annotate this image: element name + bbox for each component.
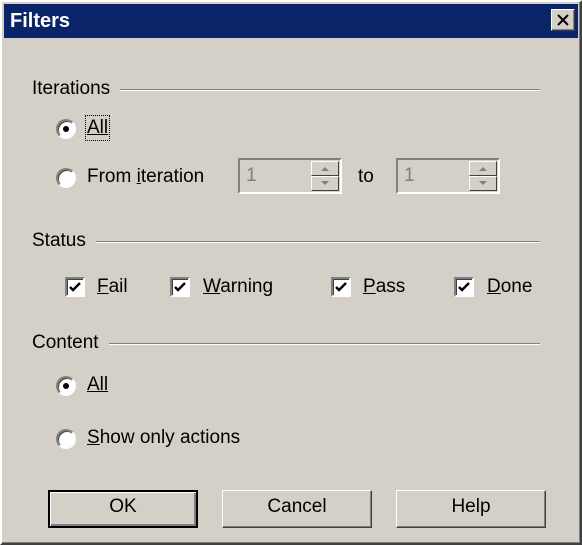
status-done-accel: D (487, 276, 501, 297)
status-pass-accel: P (363, 276, 376, 297)
to-iteration-value[interactable]: 1 (404, 165, 415, 187)
status-group-label: Status (32, 230, 96, 252)
iterations-all-label[interactable]: All (84, 115, 111, 141)
to-iteration-spinbox[interactable]: 1 (396, 158, 500, 194)
show-only-actions-radio[interactable] (56, 429, 76, 449)
arrow-down-icon (479, 181, 487, 185)
filters-dialog: Filters Iterations All From iteration 1 … (0, 0, 582, 545)
show-only-actions-accel: S (87, 427, 100, 448)
show-only-actions-label[interactable]: Show only actions (87, 427, 240, 449)
from-iteration-value[interactable]: 1 (246, 165, 257, 187)
radio-selected-dot (63, 126, 69, 132)
status-separator (32, 241, 540, 243)
title-bar[interactable]: Filters (4, 4, 578, 38)
ok-button[interactable]: OK (48, 490, 198, 528)
status-warning-accel: W (203, 276, 221, 297)
status-fail-accel: F (97, 276, 109, 297)
window-title: Filters (10, 10, 71, 32)
from-iteration-text-post: teration (140, 166, 205, 187)
checkmark-icon (335, 282, 347, 292)
radio-selected-dot (63, 383, 69, 389)
from-iteration-spinbox[interactable]: 1 (238, 158, 342, 194)
status-fail-label[interactable]: Fail (97, 276, 128, 298)
checkmark-icon (458, 282, 470, 292)
checkmark-icon (69, 282, 81, 292)
status-fail-text: ail (108, 276, 128, 297)
from-iteration-label[interactable]: From iteration (87, 166, 204, 188)
content-all-text: All (87, 374, 109, 395)
close-button[interactable] (551, 9, 575, 31)
status-done-label[interactable]: Done (487, 276, 532, 298)
to-spin-up-button[interactable] (469, 161, 497, 176)
from-spin-down-button[interactable] (311, 176, 339, 191)
status-pass-label[interactable]: Pass (363, 276, 405, 298)
iterations-group-label: Iterations (32, 78, 121, 100)
status-done-checkbox[interactable] (454, 277, 474, 297)
close-icon (557, 14, 569, 26)
content-all-radio[interactable] (56, 376, 76, 396)
show-only-actions-text: how only actions (99, 427, 241, 448)
cancel-button[interactable]: Cancel (222, 490, 372, 528)
content-group-label: Content (32, 332, 109, 354)
status-done-text: one (500, 276, 533, 297)
status-pass-text: ass (375, 276, 406, 297)
iterations-all-text: All (87, 117, 109, 138)
content-all-label[interactable]: All (87, 374, 108, 396)
from-spin-up-button[interactable] (311, 161, 339, 176)
iterations-all-radio[interactable] (56, 119, 76, 139)
to-label: to (358, 166, 374, 187)
arrow-up-icon (321, 167, 329, 171)
arrow-up-icon (479, 167, 487, 171)
to-spin-arrows (469, 161, 497, 191)
status-pass-checkbox[interactable] (331, 277, 351, 297)
help-button[interactable]: Help (396, 490, 546, 528)
from-iteration-radio[interactable] (56, 168, 76, 188)
status-warning-text: arning (220, 276, 274, 297)
status-warning-label[interactable]: Warning (203, 276, 273, 298)
from-iteration-text-pre: From (87, 166, 137, 187)
status-warning-checkbox[interactable] (170, 277, 190, 297)
to-spin-down-button[interactable] (469, 176, 497, 191)
arrow-down-icon (321, 181, 329, 185)
checkmark-icon (174, 282, 186, 292)
status-fail-checkbox[interactable] (65, 277, 85, 297)
from-spin-arrows (311, 161, 339, 191)
